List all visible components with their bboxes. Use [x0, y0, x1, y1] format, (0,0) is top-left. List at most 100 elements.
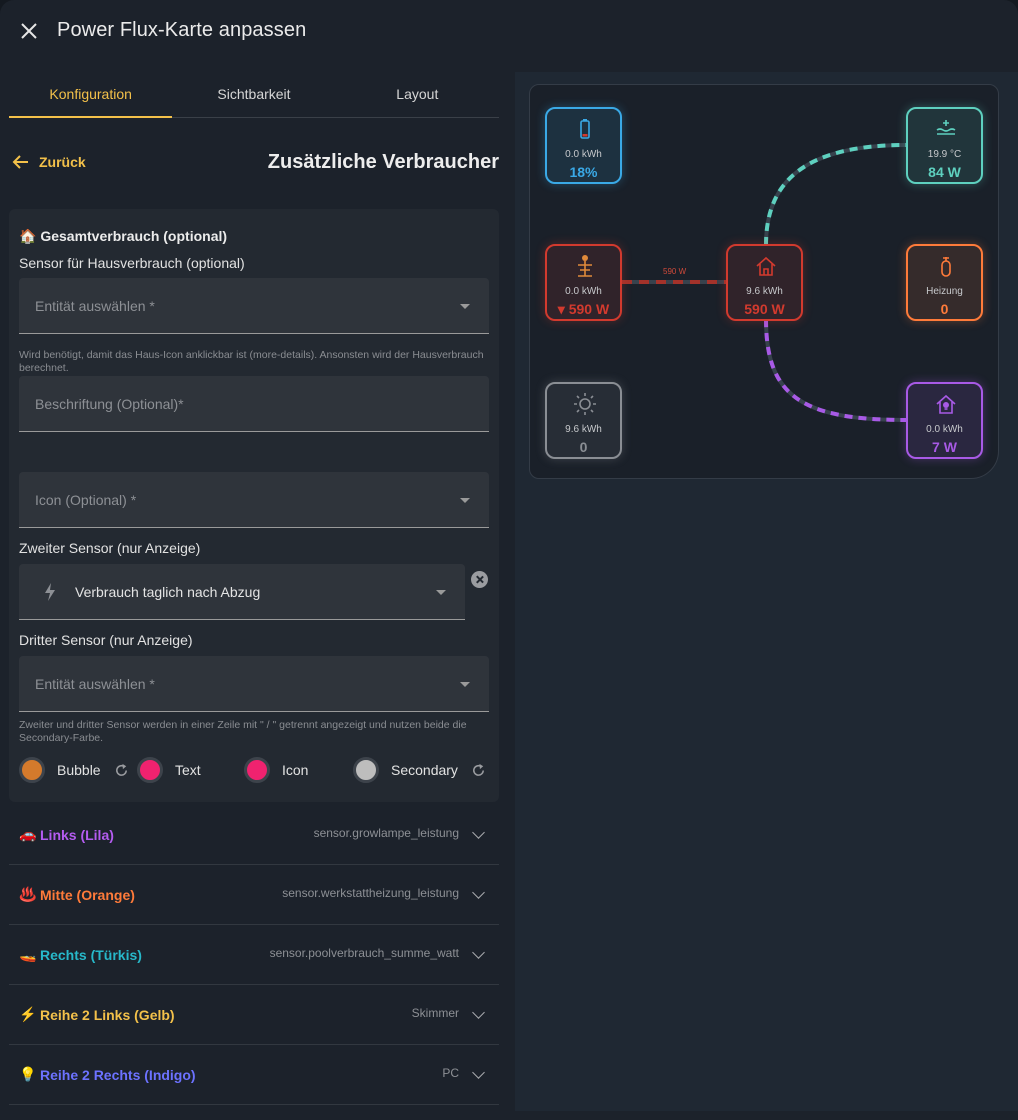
solar-energy: 9.6 kWh	[565, 424, 602, 435]
bubble-swatch	[19, 757, 45, 783]
icon-select[interactable]: Icon (Optional) *	[19, 472, 489, 528]
clear-icon[interactable]	[471, 571, 488, 588]
pool-value: 84 W	[928, 164, 961, 180]
sensor-help: Wird benötigt, damit das Haus-Icon ankli…	[19, 349, 484, 374]
icon-swatch	[244, 757, 270, 783]
icon-label: Icon	[282, 762, 309, 778]
card-preview: 590 W 0.0 kWh 18% 19.9 °C 84 W 0.0 kWh ▾…	[515, 72, 1018, 1111]
node-home[interactable]: 9.6 kWh 590 W	[726, 244, 803, 321]
third-sensor-label: Dritter Sensor (nur Anzeige)	[19, 632, 193, 648]
pc-value: 7 W	[932, 439, 957, 455]
chevron-down-icon	[472, 1006, 485, 1019]
node-heating[interactable]: Heizung 0	[906, 244, 983, 321]
lightning-icon	[45, 583, 55, 601]
accordion-rechts[interactable]: 🚤 Rechts (Türkis) sensor.poolverbrauch_s…	[9, 926, 499, 985]
text-swatch	[137, 757, 163, 783]
pool-temperature: 19.9 °C	[927, 149, 962, 160]
secondary-swatch	[353, 757, 379, 783]
grid-energy: 0.0 kWh	[565, 286, 602, 297]
dialog: Power Flux-Karte anpassen Konfiguration …	[0, 0, 1018, 1120]
accordion-title: Links (Lila)	[40, 827, 114, 843]
hot-springs-emoji-icon: ♨️	[19, 886, 37, 902]
home-value: 590 W	[744, 301, 785, 317]
color-text[interactable]: Text	[137, 757, 201, 783]
second-sensor-select[interactable]: Verbrauch taglich nach Abzug	[19, 564, 465, 620]
accordion-title: Reihe 2 Links (Gelb)	[40, 1007, 175, 1023]
dialog-header: Power Flux-Karte anpassen	[0, 0, 1018, 62]
pc-energy: 0.0 kWh	[926, 424, 963, 435]
tab-layout[interactable]: Layout	[336, 72, 499, 117]
accordion-value: sensor.werkstattheizung_leistung	[282, 886, 459, 900]
sensor-placeholder: Entität auswählen *	[35, 298, 155, 314]
color-pickers: Bubble Text Icon Secondary	[19, 757, 489, 785]
lightbulb-emoji-icon: 💡	[19, 1066, 37, 1082]
color-bubble[interactable]: Bubble	[19, 757, 101, 783]
flow-pool	[764, 143, 907, 246]
car-emoji-icon: 🚗	[19, 826, 37, 842]
color-icon[interactable]: Icon	[244, 757, 308, 783]
tab-konfiguration[interactable]: Konfiguration	[9, 72, 173, 118]
house-emoji-icon: 🏠	[19, 228, 37, 244]
third-sensor-placeholder: Entität auswählen *	[35, 676, 155, 692]
node-pool[interactable]: 19.9 °C 84 W	[906, 107, 983, 184]
close-icon[interactable]	[16, 18, 42, 44]
solar-value: 0	[579, 439, 588, 455]
reset-icon[interactable]	[113, 762, 130, 779]
accordion-title: Rechts (Türkis)	[40, 947, 142, 963]
battery-icon	[580, 119, 590, 139]
section-heading: 🏠 Gesamtverbrauch (optional)	[19, 228, 227, 245]
gas-cylinder-icon	[941, 257, 951, 277]
dropdown-arrow-icon	[460, 682, 470, 687]
power-flux-card: 590 W 0.0 kWh 18% 19.9 °C 84 W 0.0 kWh ▾…	[529, 84, 999, 479]
tab-sichtbarkeit[interactable]: Sichtbarkeit	[172, 72, 335, 117]
chevron-down-icon	[472, 946, 485, 959]
caption-input[interactable]: Beschriftung (Optional)*	[19, 376, 489, 432]
bubble-label: Bubble	[57, 762, 101, 778]
third-sensor-select[interactable]: Entität auswählen *	[19, 656, 489, 712]
node-solar[interactable]: 9.6 kWh 0	[545, 382, 622, 459]
battery-value: 18%	[569, 164, 598, 180]
heating-value: 0	[940, 301, 949, 317]
color-secondary[interactable]: Secondary	[353, 757, 458, 783]
grid-value: ▾ 590 W	[557, 301, 610, 317]
caption-placeholder: Beschriftung (Optional)*	[35, 396, 184, 412]
text-label: Text	[175, 762, 201, 778]
accordion-links[interactable]: 🚗 Links (Lila) sensor.growlampe_leistung	[9, 806, 499, 865]
battery-energy: 0.0 kWh	[565, 149, 602, 160]
reset-icon[interactable]	[470, 762, 487, 779]
chevron-down-icon	[472, 826, 485, 839]
secondary-label: Secondary	[391, 762, 458, 778]
section-title: Zusätzliche Verbraucher	[267, 151, 499, 173]
dropdown-arrow-icon	[460, 498, 470, 503]
sensor-select[interactable]: Entität auswählen *	[19, 278, 489, 334]
dropdown-arrow-icon	[436, 590, 446, 595]
transmission-tower-icon	[578, 255, 592, 277]
accordion-reihe2-rechts[interactable]: 💡 Reihe 2 Rechts (Indigo) PC	[9, 1046, 499, 1105]
boat-emoji-icon: 🚤	[19, 946, 37, 962]
node-pc[interactable]: 0.0 kWh 7 W	[906, 382, 983, 459]
accordion-value: PC	[442, 1066, 459, 1080]
chevron-down-icon	[472, 1066, 485, 1079]
dropdown-arrow-icon	[460, 304, 470, 309]
heating-label: Heizung	[926, 286, 963, 297]
dialog-title: Power Flux-Karte anpassen	[57, 19, 307, 41]
node-battery[interactable]: 0.0 kWh 18%	[545, 107, 622, 184]
accordion-value: Skimmer	[411, 1006, 459, 1020]
pool-icon	[936, 120, 956, 135]
tab-bar: Konfiguration Sichtbarkeit Layout	[9, 72, 499, 118]
back-button[interactable]: Zurück	[11, 152, 86, 172]
section-heading-text: Gesamtverbrauch (optional)	[40, 228, 228, 244]
icon-placeholder: Icon (Optional) *	[35, 492, 137, 508]
accordion-value: sensor.growlampe_leistung	[313, 826, 459, 840]
accordion-title: Mitte (Orange)	[40, 887, 135, 903]
flow-pc	[764, 318, 907, 422]
node-grid[interactable]: 0.0 kWh ▾ 590 W	[545, 244, 622, 321]
home-lightbulb-icon	[936, 394, 956, 414]
accordion-reihe2-links[interactable]: ⚡ Reihe 2 Links (Gelb) Skimmer	[9, 986, 499, 1045]
accordion-mitte[interactable]: ♨️ Mitte (Orange) sensor.werkstattheizun…	[9, 866, 499, 925]
consumption-panel: 🏠 Gesamtverbrauch (optional) Sensor für …	[9, 209, 499, 802]
chevron-down-icon	[472, 886, 485, 899]
home-energy: 9.6 kWh	[746, 286, 783, 297]
sun-icon	[574, 393, 596, 415]
second-sensor-value: Verbrauch taglich nach Abzug	[75, 584, 261, 600]
